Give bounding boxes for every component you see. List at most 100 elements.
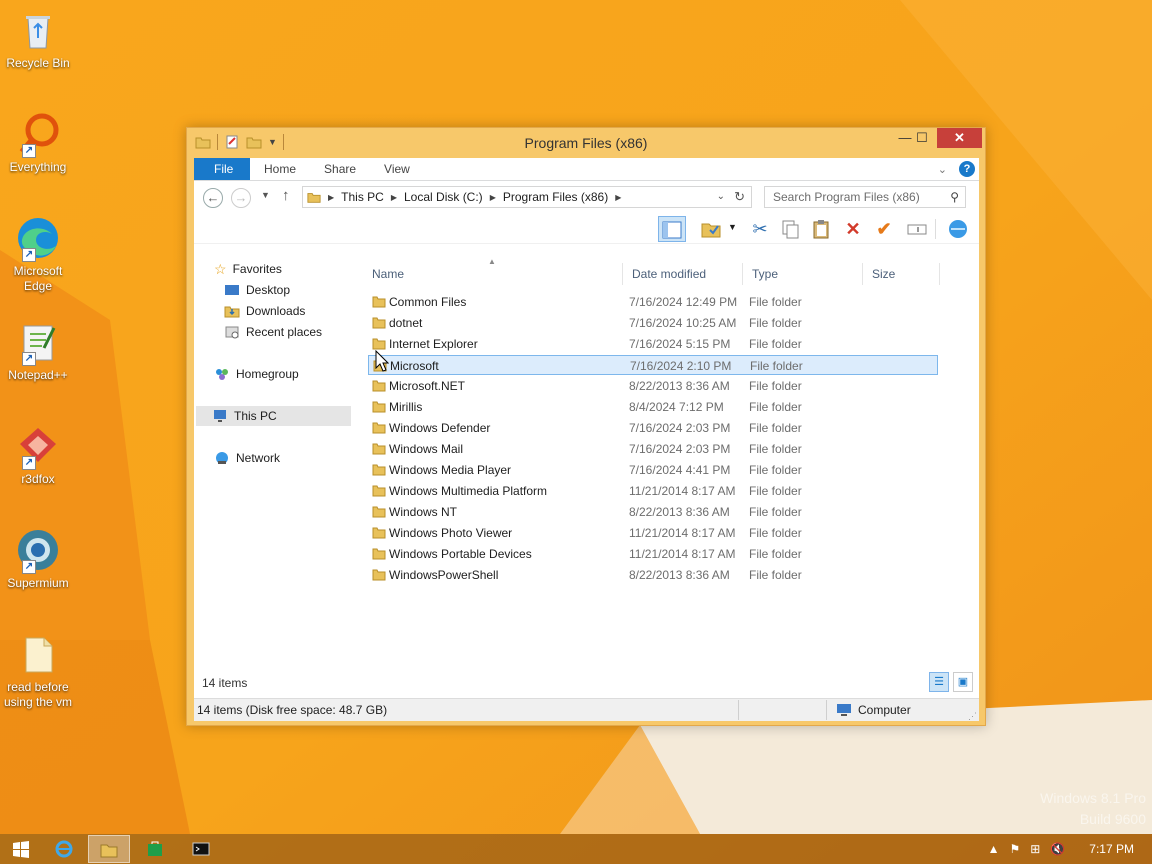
address-dropdown-icon[interactable]: ⌄	[717, 191, 725, 202]
file-name: Windows Media Player	[389, 463, 512, 477]
file-row[interactable]: Windows Photo Viewer 11/21/2014 8:17 AM Fi…	[368, 523, 938, 543]
breadcrumb-local-disk[interactable]: Local Disk (C:)	[404, 190, 483, 204]
file-row[interactable]: Windows Portable Devices 11/21/2014 8:17 …	[368, 544, 938, 564]
back-button[interactable]: ←	[203, 188, 223, 208]
network-icon	[216, 452, 228, 464]
preview-pane-button[interactable]	[658, 216, 686, 242]
nav-downloads[interactable]: Downloads	[224, 301, 305, 321]
nav-desktop[interactable]: Desktop	[224, 280, 290, 300]
address-bar[interactable]: ▶ This PC ▶ Local Disk (C:) ▶ Program Fi…	[302, 186, 752, 208]
view-switcher: ☰ ▣	[929, 672, 973, 692]
refresh-icon[interactable]: ↻	[734, 189, 745, 205]
recent-locations-dropdown-icon[interactable]: ▼	[261, 190, 270, 200]
start-button[interactable]	[0, 835, 42, 863]
shortcut-arrow-icon: ↗	[22, 248, 36, 262]
file-date: 7/16/2024 2:10 PM	[630, 359, 732, 373]
tab-file[interactable]: File	[194, 158, 250, 180]
desktop-icon-r3dfox[interactable]: ↗ r3dfox	[2, 422, 74, 487]
breadcrumb-arrow-icon[interactable]: ▶	[328, 193, 334, 202]
column-header-type[interactable]: Type	[752, 265, 778, 283]
title-bar[interactable]: ▼ Program Files (x86) — ☐ ✕	[187, 128, 985, 158]
large-icons-view-button[interactable]: ▣	[953, 672, 973, 692]
desktop-icon-everything[interactable]: ↗ Everything	[2, 110, 74, 175]
taskbar-terminal[interactable]	[180, 835, 222, 863]
search-icon[interactable]: ⚲	[950, 187, 959, 207]
forward-button[interactable]: →	[231, 188, 251, 208]
volume-muted-icon[interactable]: 🔇	[1050, 842, 1065, 856]
desktop-icon-supermium[interactable]: ↗ Supermium	[2, 526, 74, 591]
file-row[interactable]: Windows Mail 7/16/2024 2:03 PM File folder	[368, 439, 938, 459]
file-row[interactable]: Windows Defender 7/16/2024 2:03 PM File fo…	[368, 418, 938, 438]
nav-this-pc[interactable]: This PC	[196, 406, 351, 426]
column-separator[interactable]	[622, 263, 623, 285]
column-header-name[interactable]: Name	[372, 265, 404, 283]
column-separator[interactable]	[862, 263, 863, 285]
file-date: 11/21/2014 8:17 AM	[629, 547, 736, 561]
rename-button[interactable]	[903, 216, 931, 242]
taskbar-ie[interactable]	[43, 835, 85, 863]
column-separator[interactable]	[939, 263, 940, 285]
sort-ascending-icon: ▲	[488, 257, 496, 266]
file-row[interactable]: Mirillis 8/4/2024 7:12 PM File folder	[368, 397, 938, 417]
show-hidden-icons-icon[interactable]: ▲	[988, 842, 1000, 856]
file-row[interactable]: Internet Explorer 7/16/2024 5:15 PM File f…	[368, 334, 938, 354]
tab-home[interactable]: Home	[250, 158, 310, 180]
tab-view[interactable]: View	[370, 158, 424, 180]
nav-network[interactable]: Network	[214, 448, 280, 468]
action-center-flag-icon[interactable]: ⚑	[1010, 842, 1021, 856]
nav-recent-places[interactable]: Recent places	[224, 322, 322, 342]
recent-places-icon	[225, 326, 239, 339]
file-row[interactable]: Windows Media Player 7/16/2024 4:41 PM Fil…	[368, 460, 938, 480]
folder-options-dropdown-icon[interactable]: ▼	[728, 222, 737, 232]
maximize-button[interactable]: ☐	[909, 128, 935, 148]
explorer-window[interactable]: ▼ Program Files (x86) — ☐ ✕ File Home Sh…	[186, 127, 986, 726]
desktop-icon-edge[interactable]: ↗ Microsoft Edge	[2, 214, 74, 294]
file-row[interactable]: Windows Multimedia Platform 11/21/2014 8:…	[368, 481, 938, 501]
file-date: 7/16/2024 4:41 PM	[629, 463, 731, 477]
breadcrumb-this-pc[interactable]: This PC	[341, 190, 384, 204]
file-row[interactable]: Common Files 7/16/2024 12:49 PM File folde…	[368, 292, 938, 312]
resize-grip-icon[interactable]: ⋰	[968, 705, 977, 727]
shortcut-arrow-icon: ↗	[22, 456, 36, 470]
file-row[interactable]: dotnet 7/16/2024 10:25 AM File folder	[368, 313, 938, 333]
taskbar-store[interactable]	[134, 835, 176, 863]
customize-toolbar-button[interactable]	[944, 216, 972, 242]
desktop-icon-readme[interactable]: read before using the vm	[2, 630, 74, 710]
file-row[interactable]: Microsoft 7/16/2024 2:10 PM File folder	[368, 355, 938, 375]
nav-favorites[interactable]: ☆ Favorites	[214, 259, 282, 279]
close-button[interactable]: ✕	[937, 128, 982, 148]
desktop-icon-recycle-bin[interactable]: Recycle Bin	[2, 6, 74, 71]
column-header-date[interactable]: Date modified	[632, 265, 706, 283]
up-button[interactable]: ↑	[282, 187, 290, 204]
checkmark-icon: ✔	[876, 219, 892, 239]
desktop-icon-label: Notepad++	[8, 368, 68, 382]
cut-button[interactable]: ✂	[746, 216, 774, 242]
column-header-size[interactable]: Size	[872, 265, 895, 283]
breadcrumb-arrow-icon[interactable]: ▶	[490, 193, 496, 202]
file-row[interactable]: Microsoft.NET 8/22/2013 8:36 AM File folde…	[368, 376, 938, 396]
network-status-icon[interactable]: ⊞	[1030, 842, 1040, 856]
expand-ribbon-chevron-icon[interactable]: ⌄	[938, 163, 947, 176]
desktop-icon-notepadpp[interactable]: ↗ Notepad++	[2, 318, 74, 383]
clock[interactable]: 7:17 PM	[1089, 842, 1134, 856]
select-button[interactable]: ✔	[870, 216, 898, 242]
text-file-icon	[25, 637, 53, 673]
column-separator[interactable]	[742, 263, 743, 285]
file-list[interactable]: ▲ Name Date modified Type Size Common Fi…	[364, 257, 979, 697]
copy-button[interactable]	[776, 216, 804, 242]
tab-share[interactable]: Share	[310, 158, 370, 180]
file-row[interactable]: Windows NT 8/22/2013 8:36 AM File folder	[368, 502, 938, 522]
search-input[interactable]: Search Program Files (x86) ⚲	[764, 186, 966, 208]
file-row[interactable]: WindowsPowerShell 8/22/2013 8:36 AM File f…	[368, 565, 938, 585]
paste-button[interactable]	[807, 216, 835, 242]
breadcrumb-program-files[interactable]: Program Files (x86)	[503, 190, 608, 204]
folder-options-button[interactable]	[697, 216, 725, 242]
taskbar-file-explorer[interactable]	[88, 835, 130, 863]
desktop-icon-label: r3dfox	[21, 472, 55, 486]
nav-homegroup[interactable]: Homegroup	[214, 364, 299, 384]
breadcrumb-arrow-icon[interactable]: ▶	[615, 193, 621, 202]
delete-button[interactable]: ✕	[839, 216, 867, 242]
help-icon[interactable]: ?	[959, 161, 975, 177]
details-view-button[interactable]: ☰	[929, 672, 949, 692]
breadcrumb-arrow-icon[interactable]: ▶	[391, 193, 397, 202]
